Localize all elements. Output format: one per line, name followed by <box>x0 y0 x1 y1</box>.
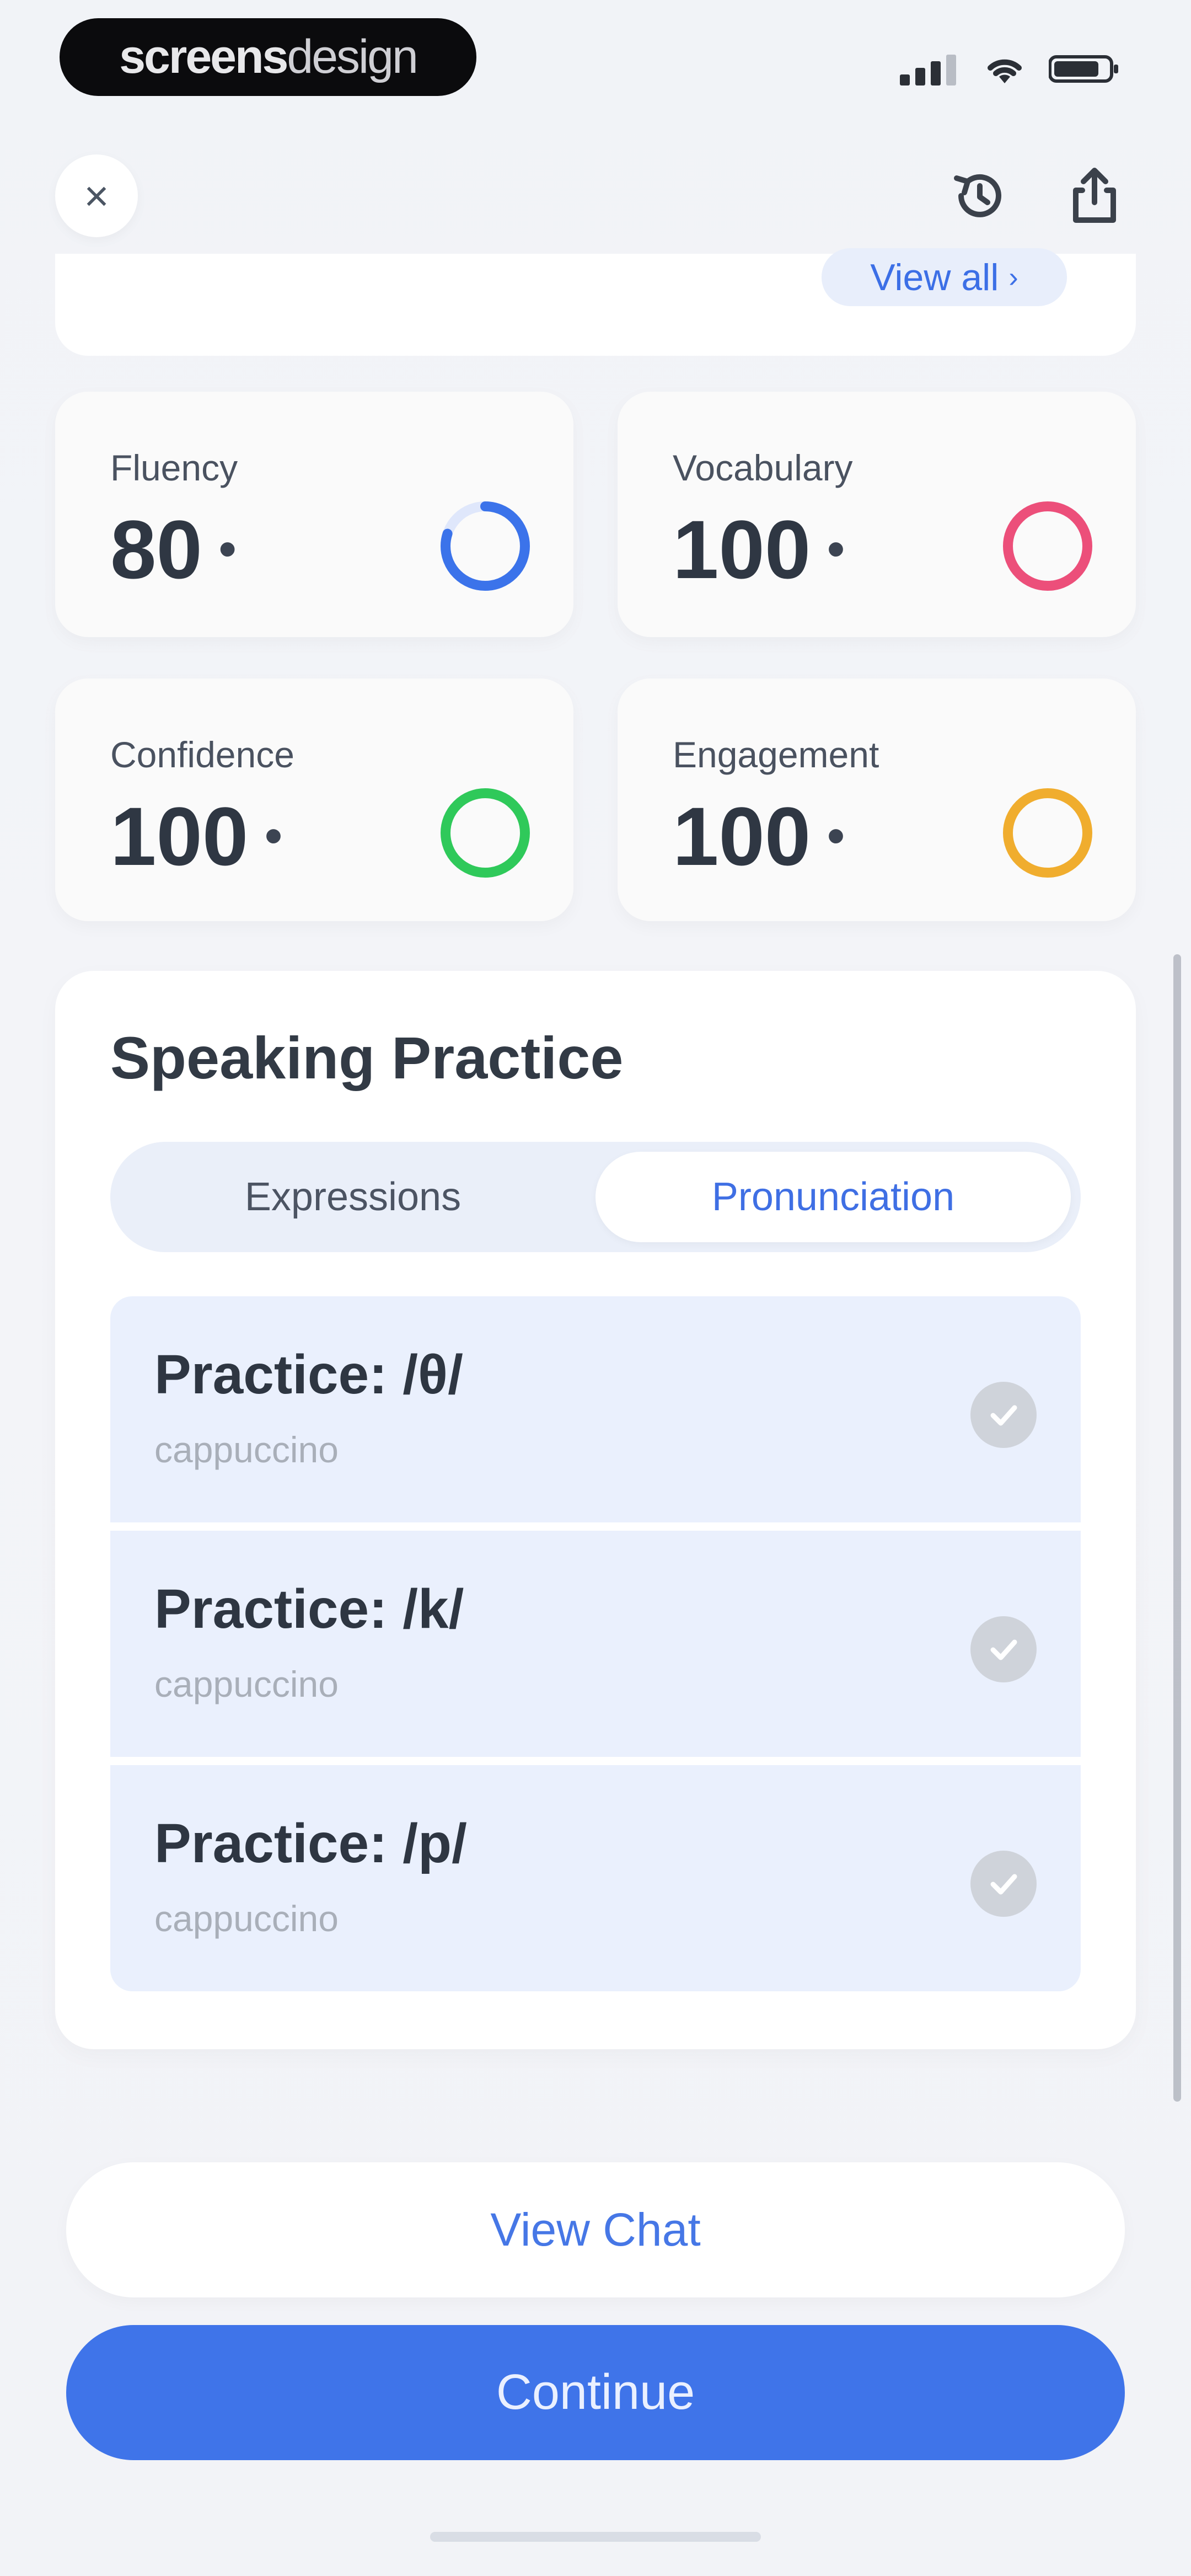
metric-value-row: 100 • <box>673 502 845 597</box>
practice-item-subtitle: cappuccino <box>154 1898 339 1939</box>
check-icon <box>970 1851 1037 1917</box>
cellular-signal-icon <box>900 55 956 85</box>
practice-item[interactable]: Practice: /k/ cappuccino <box>110 1531 1081 1757</box>
fluency-progress-ring <box>441 501 530 591</box>
view-all-label: View all <box>870 256 999 298</box>
metric-dot: • <box>827 809 845 864</box>
confidence-progress-ring <box>441 788 530 878</box>
metric-value: 80 <box>110 503 202 596</box>
metric-value-row: 80 • <box>110 502 236 597</box>
metric-card-confidence[interactable]: Confidence 100 • <box>55 678 573 921</box>
wifi-icon <box>988 59 1022 83</box>
check-icon <box>970 1616 1037 1682</box>
metric-card-fluency[interactable]: Fluency 80 • <box>55 392 573 637</box>
practice-item-subtitle: cappuccino <box>154 1664 339 1704</box>
practice-item-title: Practice: /θ/ <box>154 1344 463 1405</box>
history-button[interactable] <box>937 154 1020 237</box>
practice-item[interactable]: Practice: /θ/ cappuccino <box>110 1296 1081 1522</box>
metric-label: Fluency <box>110 447 238 488</box>
share-icon <box>1073 168 1116 223</box>
check-icon <box>970 1382 1037 1448</box>
status-icons <box>900 50 1120 88</box>
metric-card-engagement[interactable]: Engagement 100 • <box>618 678 1136 921</box>
practice-item-title: Practice: /p/ <box>154 1813 467 1874</box>
practice-item[interactable]: Practice: /p/ cappuccino <box>110 1765 1081 1991</box>
chevron-right-icon: › <box>1008 261 1018 293</box>
watermark-text-1: screens <box>119 30 288 83</box>
battery-icon <box>1049 55 1118 83</box>
home-indicator <box>430 2532 761 2542</box>
close-button[interactable]: × <box>55 154 138 237</box>
metric-dot: • <box>218 522 237 577</box>
watermark-text-2: design <box>287 30 418 83</box>
metric-value: 100 <box>673 790 811 883</box>
close-icon: × <box>84 171 109 220</box>
vocabulary-progress-ring <box>1003 501 1092 591</box>
engagement-progress-ring <box>1003 788 1092 878</box>
view-chat-button[interactable]: View Chat <box>66 2162 1125 2297</box>
metric-card-vocabulary[interactable]: Vocabulary 100 • <box>618 392 1136 637</box>
metric-value-row: 100 • <box>673 789 845 884</box>
tab-pronunciation[interactable]: Pronunciation <box>596 1152 1071 1242</box>
metric-dot: • <box>827 522 845 577</box>
metric-label: Vocabulary <box>673 447 853 488</box>
metric-value-row: 100 • <box>110 789 282 884</box>
practice-item-title: Practice: /k/ <box>154 1578 464 1640</box>
scrollbar[interactable] <box>1173 954 1181 2102</box>
continue-button[interactable]: Continue <box>66 2325 1125 2460</box>
view-all-button[interactable]: View all › <box>822 248 1067 306</box>
metric-value: 100 <box>110 790 249 883</box>
history-icon <box>954 174 1001 217</box>
section-title: Speaking Practice <box>110 1024 624 1091</box>
metric-dot: • <box>265 809 282 864</box>
screensdesign-watermark: screens design <box>60 18 476 96</box>
metric-label: Confidence <box>110 734 294 775</box>
metric-label: Engagement <box>673 734 879 775</box>
tab-expressions[interactable]: Expressions <box>110 1142 596 1252</box>
metric-value: 100 <box>673 503 811 596</box>
practice-item-subtitle: cappuccino <box>154 1429 339 1470</box>
share-button[interactable] <box>1053 154 1136 237</box>
